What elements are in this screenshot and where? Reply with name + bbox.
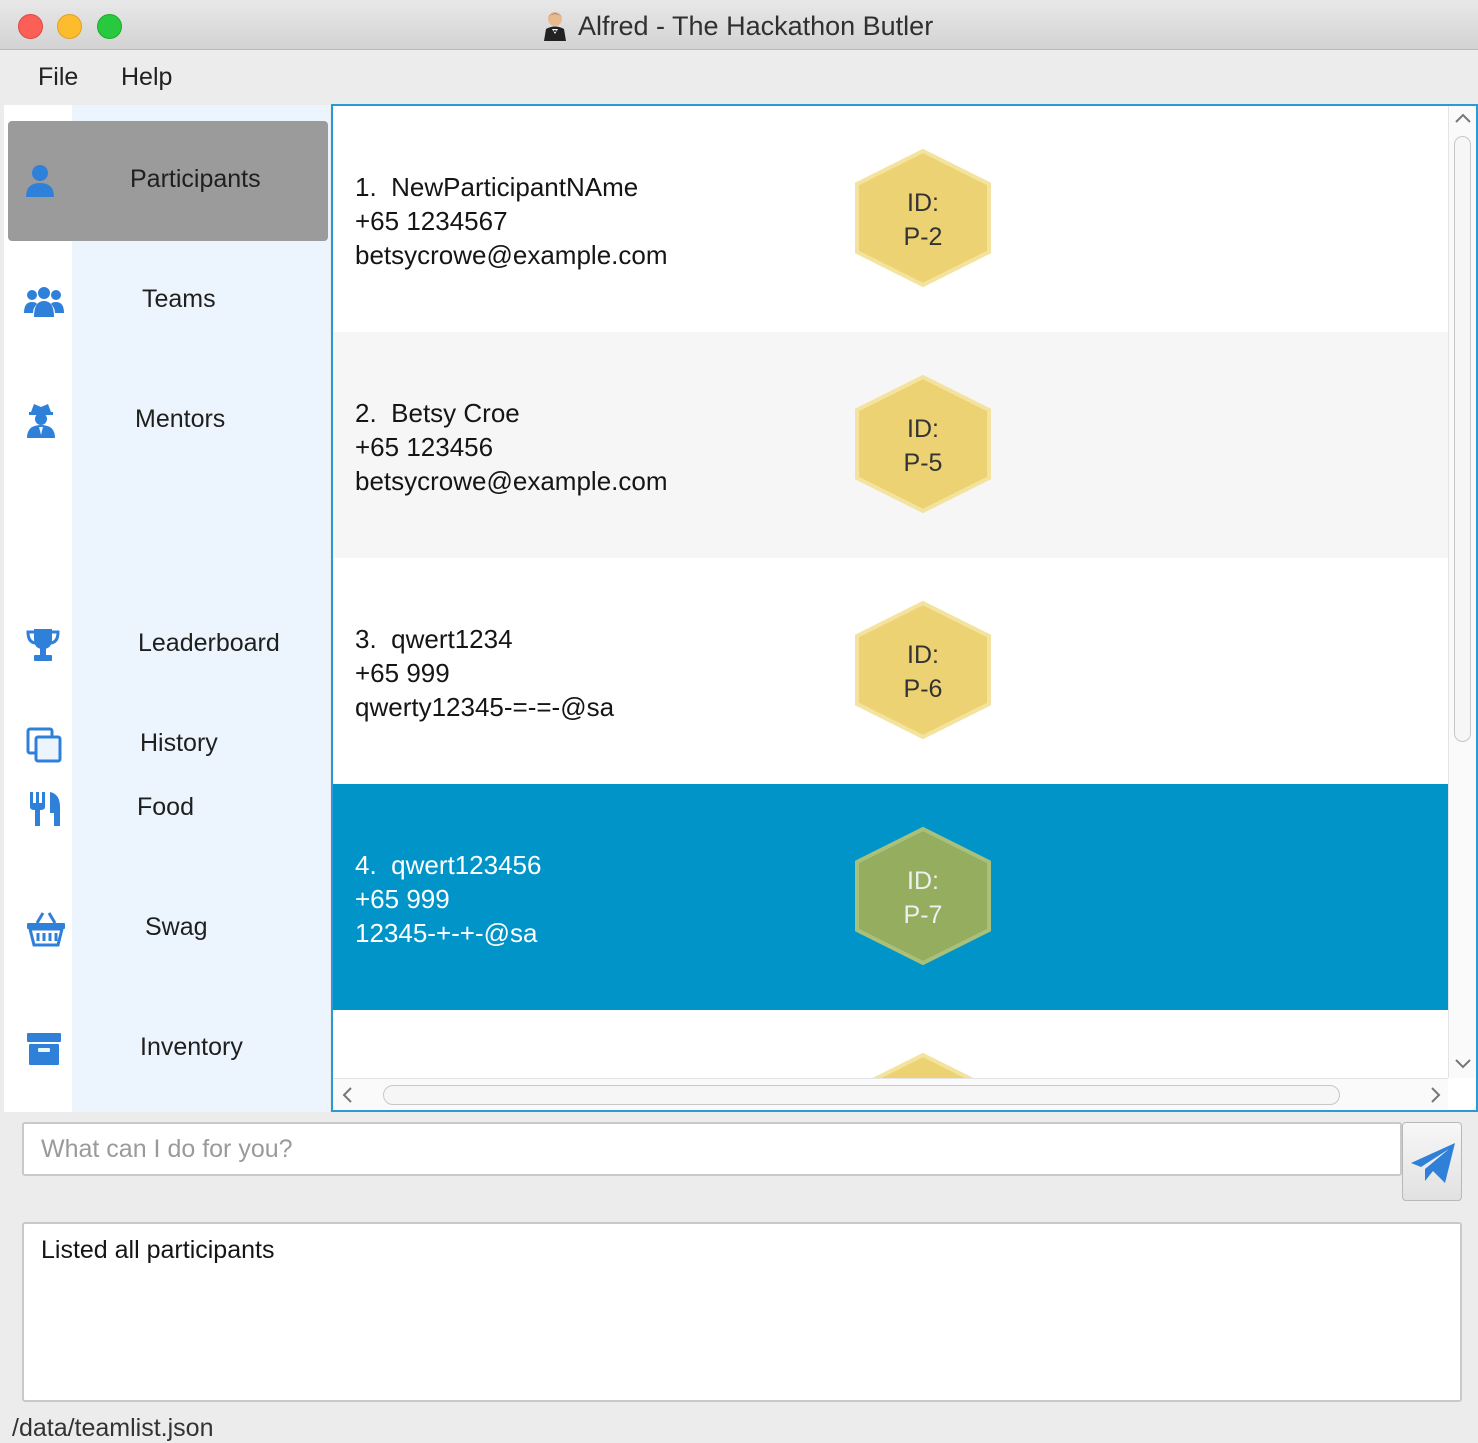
trophy-icon (26, 629, 60, 661)
participant-list[interactable]: 1. NewParticipantNAme +65 1234567 betsyc… (331, 104, 1478, 1112)
id-badge-label: ID: (907, 867, 939, 895)
participant-details: 3. qwert1234 +65 999 qwerty12345-=-=-@sa (355, 622, 614, 724)
id-badge-text: ID: P-6 (853, 638, 993, 706)
close-window-button[interactable] (18, 14, 43, 39)
participant-card[interactable]: 3. qwert1234 +65 999 qwerty12345-=-=-@sa… (333, 558, 1448, 784)
app-window: Alfred - The Hackathon Butler File Help … (0, 0, 1478, 1442)
menu-bar: File Help (0, 51, 1478, 104)
utensils-icon (30, 792, 60, 826)
participant-details: 4. qwert123456 +65 999 12345-+-+-@sa (355, 848, 541, 950)
sidebar-label-swag: Swag (145, 913, 208, 941)
participant-name: qwert1234 (391, 624, 513, 654)
sidebar-label-food: Food (137, 793, 194, 821)
scroll-left-icon[interactable] (341, 1087, 353, 1103)
id-badge-text: ID: P-5 (853, 412, 993, 480)
id-badge-value: P-6 (903, 675, 943, 703)
scroll-right-icon[interactable] (1430, 1087, 1442, 1103)
maximize-window-button[interactable] (97, 14, 122, 39)
id-badge-value: P-5 (903, 449, 943, 477)
participant-index: 4. (355, 850, 377, 880)
participant-details: 2. Betsy Croe +65 123456 betsycrowe@exam… (355, 396, 668, 498)
send-button[interactable] (1402, 1122, 1462, 1201)
horizontal-scrollbar[interactable] (333, 1078, 1448, 1110)
participant-phone: +65 999 (355, 884, 450, 914)
participant-name: qwert123456 (391, 850, 542, 880)
command-input[interactable] (22, 1122, 1402, 1176)
result-message: Listed all participants (41, 1236, 275, 1264)
participant-email: qwerty12345-=-=-@sa (355, 692, 615, 722)
participant-phone: +65 123456 (355, 432, 494, 462)
participant-index: 1. (355, 172, 377, 202)
id-badge-label: ID: (907, 189, 939, 217)
id-badge-value: P-2 (903, 223, 943, 251)
paper-plane-icon (1411, 1143, 1455, 1183)
sidebar-item-teams[interactable]: Teams (8, 241, 328, 361)
sidebar-item-food[interactable]: Food (8, 749, 328, 869)
window-title-group: Alfred - The Hackathon Butler (540, 10, 933, 42)
id-badge-label: ID: (907, 641, 939, 669)
participant-name: Betsy Croe (391, 398, 520, 428)
sidebar-label-mentors: Mentors (135, 405, 226, 433)
participant-email: 12345-+-+-@sa (355, 918, 538, 948)
status-bar-filepath: /data/teamlist.json (12, 1414, 214, 1442)
butler-logo-icon (544, 12, 566, 41)
participant-email: betsycrowe@example.com (355, 466, 668, 496)
participant-details: 1. NewParticipantNAme +65 1234567 betsyc… (355, 170, 668, 272)
participant-index: 3. (355, 624, 377, 654)
sidebar-item-inventory[interactable]: Inventory (8, 989, 328, 1109)
id-hexagon-badge (872, 1052, 974, 1078)
id-badge-text: ID: P-7 (853, 864, 993, 932)
participant-phone: +65 1234567 (355, 206, 508, 236)
sidebar-item-swag[interactable]: Swag (8, 869, 328, 989)
id-badge-text: ID: P-2 (853, 186, 993, 254)
menu-help[interactable]: Help (121, 63, 172, 92)
sidebar-item-mentors[interactable]: Mentors (8, 361, 328, 481)
vertical-scrollbar[interactable] (1448, 106, 1476, 1078)
archive-icon (27, 1033, 61, 1065)
result-display: Listed all participants (22, 1222, 1462, 1402)
participant-phone: +65 999 (355, 658, 450, 688)
sidebar-label-leaderboard: Leaderboard (138, 629, 280, 657)
id-badge-value: P-7 (903, 901, 943, 929)
participant-card[interactable]: 1. NewParticipantNAme +65 1234567 betsyc… (333, 106, 1448, 332)
users-icon (24, 287, 64, 317)
sidebar-label-teams: Teams (142, 285, 216, 313)
mentor-icon (27, 404, 55, 438)
participant-card-selected[interactable]: 4. qwert123456 +65 999 12345-+-+-@sa ID:… (333, 784, 1448, 1010)
participant-email: betsycrowe@example.com (355, 240, 668, 270)
participant-name: NewParticipantNAme (391, 172, 639, 202)
participant-card[interactable]: 2. Betsy Croe +65 123456 betsycrowe@exam… (333, 332, 1448, 558)
title-bar: Alfred - The Hackathon Butler (0, 0, 1478, 50)
user-icon (26, 165, 54, 197)
sidebar-label-participants: Participants (130, 165, 261, 193)
participant-index: 2. (355, 398, 377, 428)
participant-card-partial[interactable] (333, 1010, 1448, 1078)
id-badge-label: ID: (907, 415, 939, 443)
sidebar-label-inventory: Inventory (140, 1033, 243, 1061)
basket-icon (27, 912, 65, 947)
vertical-scroll-thumb[interactable] (1454, 136, 1471, 742)
scroll-up-icon[interactable] (1455, 112, 1471, 124)
menu-file[interactable]: File (38, 63, 78, 92)
window-title: Alfred - The Hackathon Butler (578, 10, 934, 41)
sidebar-item-participants[interactable]: Participants (8, 121, 328, 241)
sidebar: Participants Teams Mentors Leaderboard H… (4, 105, 330, 1112)
scroll-down-icon[interactable] (1455, 1058, 1471, 1070)
minimize-window-button[interactable] (57, 14, 82, 39)
horizontal-scroll-thumb[interactable] (383, 1085, 1340, 1105)
